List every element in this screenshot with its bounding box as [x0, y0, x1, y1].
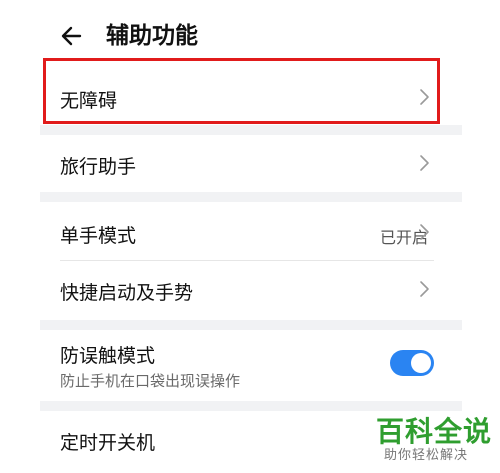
menu-item-label: 单手模式: [60, 225, 137, 247]
section-separator: [40, 192, 462, 202]
highlight-box: [43, 58, 440, 124]
menu-item-one-hand-mode[interactable]: 单手模式 已开启: [0, 205, 500, 260]
toggle-knob: [411, 353, 431, 373]
menu-item-shortcut-gestures[interactable]: 快捷启动及手势: [0, 262, 500, 317]
row-divider: [60, 260, 434, 261]
chevron-right-icon: [420, 155, 429, 171]
watermark-subtitle: 助你轻松解决: [384, 448, 469, 463]
watermark-logo: 百科全说 助你轻松解决: [374, 410, 491, 470]
arrow-left-icon[interactable]: [58, 22, 86, 50]
section-separator: [40, 125, 462, 135]
menu-item-label: 快捷启动及手势: [60, 282, 194, 304]
chevron-right-icon: [420, 224, 429, 240]
section-separator: [40, 320, 462, 330]
menu-item-travel-assistant[interactable]: 旅行助手: [0, 138, 500, 190]
chevron-right-icon: [420, 281, 429, 297]
menu-item-label: 定时开关机: [60, 432, 156, 454]
menu-item-label: 旅行助手: [60, 156, 137, 178]
page-title: 辅助功能: [106, 23, 198, 49]
menu-item-label: 防误触模式: [60, 345, 156, 367]
anti-mistouch-toggle[interactable]: [390, 350, 434, 376]
menu-item-subtitle: 防止手机在口袋出现误操作: [60, 372, 241, 390]
